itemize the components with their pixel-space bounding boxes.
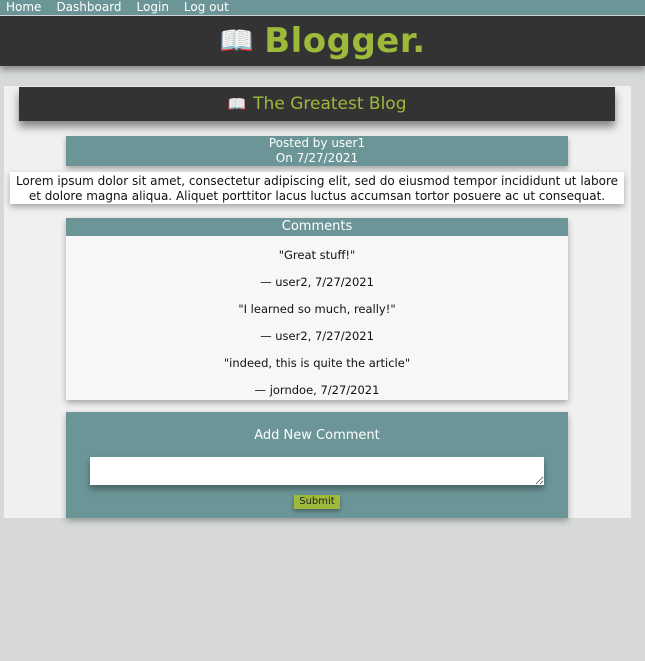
comments-section: Comments "Great stuff!" — user2, 7/27/20… <box>66 218 568 400</box>
comment-attribution: — jorndoe, 7/27/2021 <box>254 383 380 397</box>
post-date: On 7/27/2021 <box>275 151 359 165</box>
site-title: Blogger. <box>264 21 426 61</box>
book-icon: 📖 <box>227 95 247 113</box>
book-icon: 📖 <box>219 24 255 57</box>
post-title-bar: 📖 The Greatest Blog <box>19 87 615 121</box>
comment-textarea[interactable] <box>90 457 544 485</box>
add-comment-heading: Add New Comment <box>254 428 380 443</box>
nav-home-link[interactable]: Home <box>6 0 41 15</box>
comment-attribution: — user2, 7/27/2021 <box>260 329 374 343</box>
add-comment-form: Add New Comment Submit <box>66 412 568 518</box>
comment-text: "I learned so much, really!" <box>238 302 396 316</box>
comment-text: "Great stuff!" <box>278 248 356 262</box>
post-body: Lorem ipsum dolor sit amet, consectetur … <box>10 172 624 204</box>
nav-login-link[interactable]: Login <box>137 0 169 15</box>
submit-button[interactable]: Submit <box>294 495 340 509</box>
top-nav: Home Dashboard Login Log out <box>0 0 645 15</box>
nav-logout-link[interactable]: Log out <box>184 0 229 15</box>
site-header: 📖 Blogger. <box>0 16 645 66</box>
post-title: The Greatest Blog <box>253 94 407 114</box>
comment-attribution: — user2, 7/27/2021 <box>260 275 374 289</box>
nav-dashboard-link[interactable]: Dashboard <box>56 0 121 15</box>
post-author: Posted by user1 <box>268 136 366 150</box>
comment-text: "indeed, this is quite the article" <box>223 356 411 370</box>
comments-heading: Comments <box>66 218 568 236</box>
post-meta: Posted by user1 On 7/27/2021 <box>66 136 568 166</box>
